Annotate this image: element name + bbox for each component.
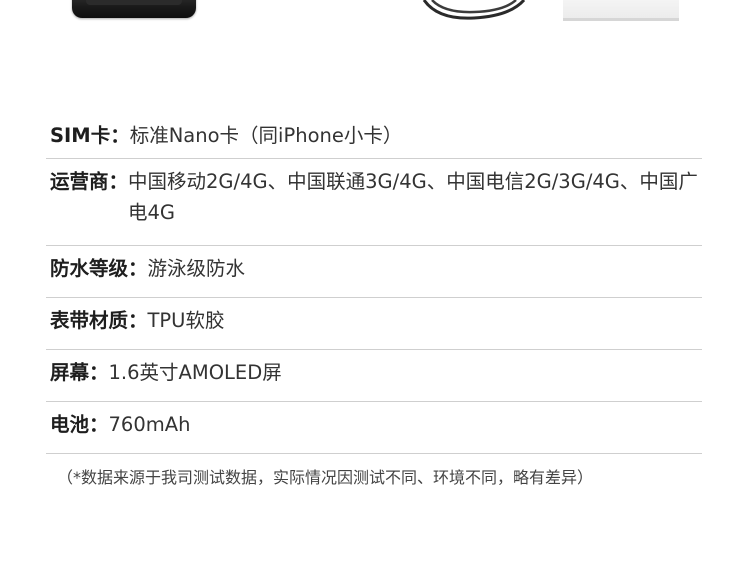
spec-row-carrier: 运营商： 中国移动2G/4G、中国联通3G/4G、中国电信2G/3G/4G、中国… (46, 159, 702, 246)
spec-row-waterproof: 防水等级： 游泳级防水 (46, 246, 702, 298)
spec-value: 760mAh (108, 413, 191, 436)
spec-value: 标准Nano卡（同iPhone小卡） (129, 124, 403, 147)
spec-label: 防水等级： (50, 257, 148, 280)
disclaimer-footnote: （*数据来源于我司测试数据，实际情况因测试不同、环境不同，略有差异） (57, 468, 594, 487)
spec-row-battery: 电池： 760mAh (46, 402, 702, 454)
spec-label: 表带材质： (50, 309, 148, 332)
spec-value: TPU软胶 (147, 309, 225, 332)
spec-list: SIM卡： 标准Nano卡（同iPhone小卡） 运营商： 中国移动2G/4G、… (46, 113, 702, 454)
spec-label: SIM卡： (50, 124, 130, 147)
product-image-strip (0, 0, 750, 30)
spec-row-screen: 屏幕： 1.6英寸AMOLED屏 (46, 350, 702, 402)
spec-row-sim: SIM卡： 标准Nano卡（同iPhone小卡） (46, 113, 702, 159)
charging-cable-image (422, 0, 526, 20)
spec-value: 1.6英寸AMOLED屏 (108, 361, 282, 384)
spec-value: 中国移动2G/4G、中国联通3G/4G、中国电信2G/3G/4G、中国广电4G (128, 170, 698, 224)
spec-label: 屏幕： (50, 361, 109, 384)
watch-image (72, 0, 196, 18)
spec-label: 电池： (50, 413, 109, 436)
package-box-image (563, 0, 679, 21)
spec-label: 运营商： (50, 170, 129, 193)
spec-value: 游泳级防水 (147, 257, 246, 280)
spec-row-strap: 表带材质： TPU软胶 (46, 298, 702, 350)
